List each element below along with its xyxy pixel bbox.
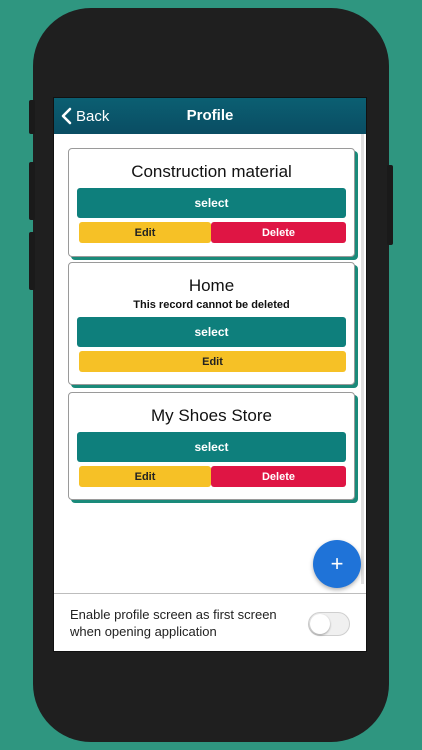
profile-name: My Shoes Store bbox=[151, 406, 272, 425]
delete-button[interactable]: Delete bbox=[211, 466, 346, 487]
card-actions: Edit Delete bbox=[79, 466, 346, 487]
first-screen-setting-label: Enable profile screen as first screen wh… bbox=[70, 607, 277, 639]
profile-name: Construction material bbox=[131, 162, 292, 181]
edit-button[interactable]: Edit bbox=[79, 222, 211, 243]
edit-button[interactable]: Edit bbox=[79, 351, 346, 372]
profile-card: My Shoes Store select Edit Delete bbox=[68, 392, 355, 500]
app-screen: Back Profile Construction material selec… bbox=[53, 97, 367, 652]
plus-icon: + bbox=[330, 551, 344, 576]
profile-card: Home This record cannot be deleted selec… bbox=[68, 262, 355, 385]
volume-down-button bbox=[29, 232, 35, 290]
undeletable-note: This record cannot be deleted bbox=[133, 299, 290, 311]
add-profile-button[interactable]: + bbox=[313, 540, 361, 588]
edit-button[interactable]: Edit bbox=[79, 466, 211, 487]
select-button[interactable]: select bbox=[77, 432, 346, 462]
delete-button[interactable]: Delete bbox=[211, 222, 346, 243]
profile-list: Construction material select Edit Delete… bbox=[54, 134, 366, 593]
profile-card: Construction material select Edit Delete bbox=[68, 148, 355, 257]
toggle-knob bbox=[310, 614, 330, 634]
mute-switch bbox=[29, 100, 35, 134]
select-button[interactable]: select bbox=[77, 188, 346, 218]
scrollbar[interactable] bbox=[361, 134, 364, 584]
volume-up-button bbox=[29, 162, 35, 220]
select-button[interactable]: select bbox=[77, 317, 346, 347]
power-button bbox=[387, 165, 393, 245]
first-screen-toggle[interactable] bbox=[308, 612, 350, 636]
card-actions: Edit Delete bbox=[79, 222, 346, 243]
settings-footer: Enable profile screen as first screen wh… bbox=[54, 593, 366, 651]
card-actions: Edit bbox=[79, 351, 346, 372]
page-title: Profile bbox=[186, 107, 234, 124]
nav-header: Back Profile bbox=[54, 98, 366, 134]
profile-name: Home bbox=[188, 276, 235, 295]
